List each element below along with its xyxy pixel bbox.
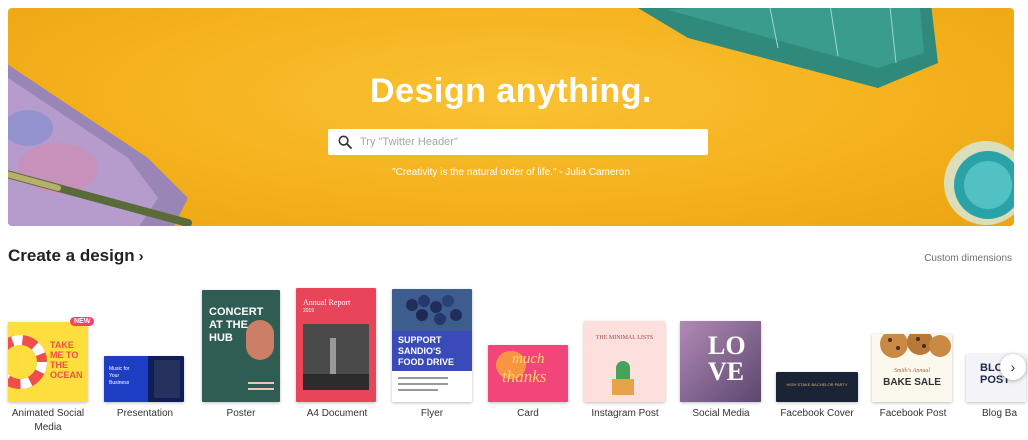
instagram-post-thumbnail: THE MINIMAL LISTS xyxy=(584,321,665,402)
design-label: Animated Social Media xyxy=(11,408,85,433)
thumb-text: thanks xyxy=(502,367,547,386)
thumb-text: FOOD DRIVE xyxy=(398,357,455,367)
design-type-carousel: TAKE ME TO THE OCEAN NEW Animated Social… xyxy=(0,280,1028,440)
new-badge: NEW xyxy=(70,317,95,326)
thumb-text: Music for xyxy=(109,366,130,372)
thumb-text: OCEAN xyxy=(50,370,83,380)
design-label: A4 Document xyxy=(306,408,368,419)
thumb-text: CONCERT xyxy=(209,306,264,318)
custom-dimensions-link[interactable]: Custom dimensions xyxy=(924,253,1012,264)
design-social-media[interactable]: LO VE Social Media xyxy=(676,280,766,440)
search-input[interactable] xyxy=(360,136,690,148)
thumb-text: SUPPORT xyxy=(398,335,442,345)
design-label: Poster xyxy=(226,408,256,419)
carousel-next-button[interactable]: › xyxy=(1000,354,1026,380)
thumb-text: HUB xyxy=(209,332,233,344)
search-icon xyxy=(338,135,352,149)
facebook-post-thumbnail: Smith's Annual BAKE SALE xyxy=(872,334,952,402)
design-label: Presentation xyxy=(116,408,174,419)
design-animated-social-media[interactable]: TAKE ME TO THE OCEAN NEW Animated Social… xyxy=(0,280,96,440)
design-presentation[interactable]: Music for Your Business Presentation xyxy=(100,280,190,440)
thumb-text: LO xyxy=(708,331,746,360)
thumb-text: Annual Report xyxy=(303,298,351,307)
design-label: Blog Ba xyxy=(982,408,1018,419)
paint-jar-decoration xyxy=(944,141,1014,225)
design-label: Facebook Post xyxy=(879,408,947,419)
create-design-heading[interactable]: Create a design › xyxy=(8,246,144,266)
design-facebook-post[interactable]: Smith's Annual BAKE SALE Facebook Post xyxy=(870,280,956,440)
hero-banner: Design anything. "Creativity is the natu… xyxy=(8,8,1014,226)
poster-thumbnail: CONCERT AT THE HUB xyxy=(202,290,280,402)
blueberries-graphic xyxy=(406,295,462,325)
thumb-text: VE xyxy=(708,357,745,386)
design-instagram-post[interactable]: THE MINIMAL LISTS Instagram Post xyxy=(580,280,670,440)
thumb-text: 2019 xyxy=(303,308,315,314)
design-label: Flyer xyxy=(420,408,444,419)
design-a4-document[interactable]: Annual Report 2019 A4 Document xyxy=(294,280,380,440)
thumb-text: Smith's Annual xyxy=(893,368,930,374)
design-facebook-cover[interactable]: HIGH STAKE BACHELOR PARTY Facebook Cover xyxy=(772,280,862,440)
thumb-text: AT THE xyxy=(209,319,248,331)
design-label: Facebook Cover xyxy=(780,408,854,419)
card-thumbnail: much thanks xyxy=(488,345,568,402)
chevron-right-icon: › xyxy=(1010,359,1016,375)
create-design-title: Create a design xyxy=(8,246,135,265)
presentation-thumbnail: Music for Your Business xyxy=(104,356,184,402)
design-label: Instagram Post xyxy=(591,408,659,419)
a4-document-thumbnail: Annual Report 2019 xyxy=(296,288,376,402)
thumb-text: much xyxy=(512,351,545,367)
design-card[interactable]: much thanks Card xyxy=(484,280,572,440)
social-media-thumbnail: LO VE xyxy=(680,321,761,402)
thumb-text: HIGH STAKE BACHELOR PARTY xyxy=(786,382,848,387)
chevron-right-icon: › xyxy=(138,247,144,265)
flyer-thumbnail: SUPPORT SANDIO'S FOOD DRIVE xyxy=(392,289,472,402)
thumb-text: Business xyxy=(109,380,130,386)
thumb-text: THE MINIMAL LISTS xyxy=(595,335,654,341)
animated-social-thumbnail: TAKE ME TO THE OCEAN xyxy=(8,322,88,402)
hero-quote: "Creativity is the natural order of life… xyxy=(392,167,630,178)
thumb-text: THE xyxy=(50,360,68,370)
thumb-text: BAKE SALE xyxy=(883,377,941,388)
page: Design anything. "Creativity is the natu… xyxy=(0,0,1028,440)
design-label: Card xyxy=(517,408,539,419)
thumb-text: ME TO xyxy=(50,350,79,360)
design-flyer[interactable]: SUPPORT SANDIO'S FOOD DRIVE Flyer xyxy=(389,280,475,440)
life-ring-graphic xyxy=(8,335,47,389)
thumb-text: SANDIO'S xyxy=(398,346,442,356)
thumb-text: Your xyxy=(109,373,120,379)
design-poster[interactable]: CONCERT AT THE HUB Poster xyxy=(198,280,284,440)
thumb-text: TAKE xyxy=(50,340,74,350)
search-box[interactable] xyxy=(328,129,708,155)
hero-title: Design anything. xyxy=(370,72,652,110)
cookies-graphic xyxy=(880,334,951,358)
design-label: Social Media xyxy=(692,408,750,419)
facebook-cover-thumbnail: HIGH STAKE BACHELOR PARTY xyxy=(776,372,858,402)
